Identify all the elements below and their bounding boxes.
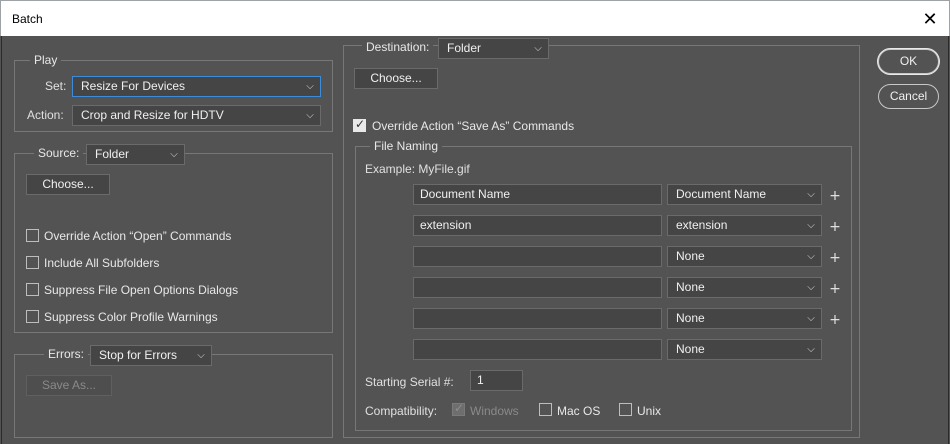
naming-select-5[interactable]: None ⌵ [667,308,822,329]
source-label: Source: [34,146,84,160]
destination-label: Destination: [362,40,434,54]
override-save-as-label: Override Action “Save As” Commands [372,119,575,133]
close-icon[interactable]: ✕ [919,8,941,30]
naming-select-1[interactable]: Document Name ⌵ [667,184,822,205]
source-choose-button[interactable]: Choose... [26,174,110,195]
include-subfolders-label: Include All Subfolders [44,256,160,270]
dialog-body: Play Set: Resize For Devices ⌵ Action: C… [1,36,949,444]
suppress-color-warnings-checkbox[interactable] [26,310,39,323]
chevron-down-icon: ⌵ [807,220,815,231]
destination-choose-button[interactable]: Choose... [354,68,438,89]
chevron-down-icon: ⌵ [807,344,815,355]
source-select[interactable]: Folder ⌵ [86,144,185,165]
chevron-down-icon: ⌵ [807,251,815,262]
set-label: Set: [45,79,67,93]
window-title: Batch [12,12,43,26]
override-open-label: Override Action “Open” Commands [44,229,232,243]
suppress-color-warnings-label: Suppress Color Profile Warnings [44,310,218,324]
errors-save-as-button[interactable]: Save As... [26,375,112,396]
chevron-down-icon: ⌵ [306,81,314,92]
set-select[interactable]: Resize For Devices ⌵ [72,76,321,97]
errors-group [14,354,333,438]
naming-field-6[interactable] [413,339,662,360]
source-select-value: Folder [95,147,130,161]
starting-serial-input[interactable]: 1 [470,370,523,391]
file-naming-legend: File Naming [370,139,443,153]
errors-select-value: Stop for Errors [99,348,178,362]
naming-select-6-value: None [676,342,705,356]
naming-select-6[interactable]: None ⌵ [667,339,822,360]
compatibility-label: Compatibility: [365,404,438,418]
suppress-open-dialogs-label: Suppress File Open Options Dialogs [44,283,239,297]
action-select[interactable]: Crop and Resize for HDTV ⌵ [72,105,321,126]
window-titlebar: Batch ✕ [0,0,950,36]
chevron-down-icon: ⌵ [807,282,815,293]
naming-field-3[interactable] [413,246,662,267]
add-row-plus-icon[interactable]: + [829,313,841,327]
errors-select[interactable]: Stop for Errors ⌵ [90,345,212,366]
set-select-value: Resize For Devices [81,79,186,93]
action-label: Action: [27,108,64,122]
chevron-down-icon: ⌵ [807,313,815,324]
add-row-plus-icon[interactable]: + [829,189,841,203]
override-save-as-checkbox[interactable] [353,117,366,132]
naming-select-1-value: Document Name [676,187,767,201]
naming-select-2-value: extension [676,218,728,232]
add-row-plus-icon[interactable]: + [829,251,841,265]
chevron-down-icon: ⌵ [807,189,815,200]
destination-select[interactable]: Folder ⌵ [438,38,549,59]
suppress-open-dialogs-checkbox[interactable] [26,283,39,296]
starting-serial-label: Starting Serial #: [365,375,454,389]
play-legend: Play [30,53,62,67]
naming-select-4-value: None [676,280,705,294]
chevron-down-icon: ⌵ [170,149,178,160]
naming-select-5-value: None [676,311,705,325]
naming-field-5[interactable] [413,308,662,329]
chevron-down-icon: ⌵ [306,110,314,121]
action-select-value: Crop and Resize for HDTV [81,108,224,122]
compat-windows-checkbox[interactable] [452,401,465,416]
naming-select-3-value: None [676,249,705,263]
compat-windows-label: Windows [470,404,519,418]
override-open-checkbox[interactable] [26,229,39,242]
file-naming-example: Example: MyFile.gif [365,162,470,176]
naming-field-2[interactable]: extension [413,215,662,236]
compat-macos-label: Mac OS [557,404,601,418]
chevron-down-icon: ⌵ [534,43,542,54]
naming-select-4[interactable]: None ⌵ [667,277,822,298]
naming-select-2[interactable]: extension ⌵ [667,215,822,236]
chevron-down-icon: ⌵ [197,350,205,361]
naming-field-4[interactable] [413,277,662,298]
compat-unix-label: Unix [637,404,662,418]
add-row-plus-icon[interactable]: + [829,282,841,296]
compat-unix-checkbox[interactable] [619,403,632,416]
compat-macos-checkbox[interactable] [539,403,552,416]
destination-select-value: Folder [447,41,482,55]
naming-field-1[interactable]: Document Name [413,184,662,205]
ok-button[interactable]: OK [878,49,939,74]
errors-label: Errors: [44,347,88,361]
add-row-plus-icon[interactable]: + [829,220,841,234]
naming-select-3[interactable]: None ⌵ [667,246,822,267]
cancel-button[interactable]: Cancel [878,84,939,109]
include-subfolders-checkbox[interactable] [26,256,39,269]
